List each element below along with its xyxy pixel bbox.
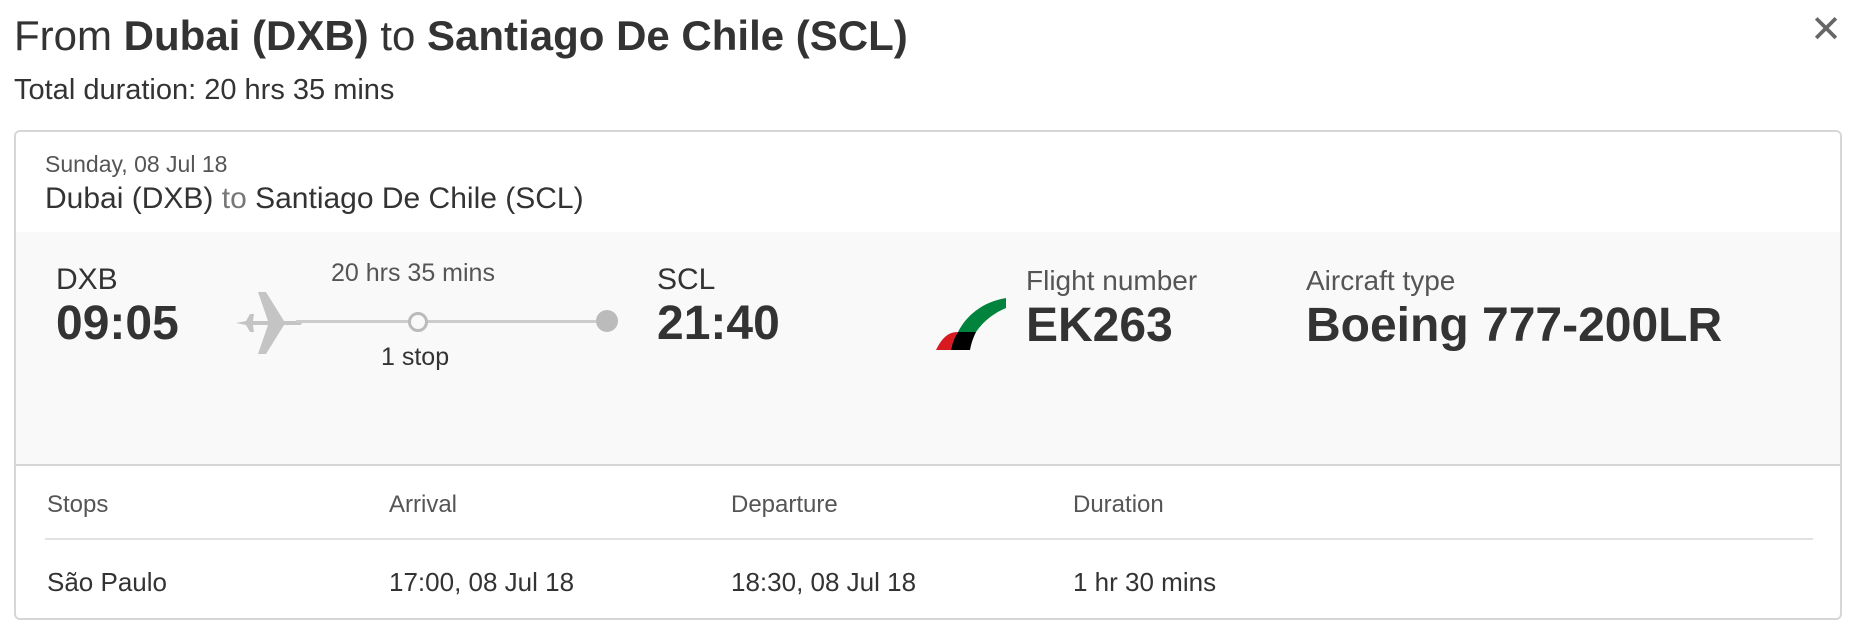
flight-details-modal: From Dubai (DXB) to Santiago De Chile (S… <box>0 0 1856 636</box>
flight-number-label: Flight number <box>1026 265 1198 296</box>
airplane-icon <box>236 292 302 354</box>
close-icon[interactable]: ✕ <box>1806 10 1846 50</box>
stop-marker <box>408 312 428 332</box>
total-duration: Total duration: 20 hrs 35 mins <box>14 74 395 106</box>
arrival-marker <box>596 310 618 332</box>
flight-duration: 20 hrs 35 mins <box>331 259 495 287</box>
arrival-time: 21:40 <box>657 297 780 350</box>
title-from-word: From <box>14 12 112 59</box>
departure-code: DXB <box>56 263 118 296</box>
stop-arrival: 17:00, 08 Jul 18 <box>389 567 575 597</box>
flight-number: EK263 <box>1026 299 1173 352</box>
title-to-word: to <box>380 12 416 59</box>
route-track <box>296 320 596 323</box>
page-title: From Dubai (DXB) to Santiago De Chile (S… <box>14 10 908 62</box>
stop-departure: 18:30, 08 Jul 18 <box>731 567 917 597</box>
segment-details: DXB 09:05 20 hrs 35 mins 1 stop SCL 21:4… <box>16 232 1840 466</box>
segment-header: Sunday, 08 Jul 18 Dubai (DXB) to Santiag… <box>16 132 1840 232</box>
title-origin: Dubai (DXB) <box>123 12 369 59</box>
route-origin: Dubai (DXB) <box>45 182 214 215</box>
emirates-logo <box>936 298 1006 350</box>
col-header-departure: Departure <box>731 491 838 518</box>
segment-card: Sunday, 08 Jul 18 Dubai (DXB) to Santiag… <box>14 130 1842 620</box>
stop-duration: 1 hr 30 mins <box>1073 567 1217 597</box>
stop-city: São Paulo <box>47 567 167 597</box>
aircraft-type: Boeing 777-200LR <box>1306 299 1723 352</box>
departure-time: 09:05 <box>56 297 179 350</box>
table-divider <box>45 538 1813 540</box>
col-header-duration: Duration <box>1073 491 1164 518</box>
segment-route: Dubai (DXB) to Santiago De Chile (SCL) <box>45 180 584 218</box>
route-destination: Santiago De Chile (SCL) <box>255 182 584 215</box>
segment-date: Sunday, 08 Jul 18 <box>45 151 228 177</box>
stop-count: 1 stop <box>381 343 450 371</box>
arrival-code: SCL <box>657 263 716 296</box>
col-header-stops: Stops <box>47 491 109 518</box>
col-header-arrival: Arrival <box>389 491 458 518</box>
aircraft-type-label: Aircraft type <box>1306 265 1456 296</box>
title-destination: Santiago De Chile (SCL) <box>427 12 908 59</box>
route-to-word: to <box>221 182 247 215</box>
